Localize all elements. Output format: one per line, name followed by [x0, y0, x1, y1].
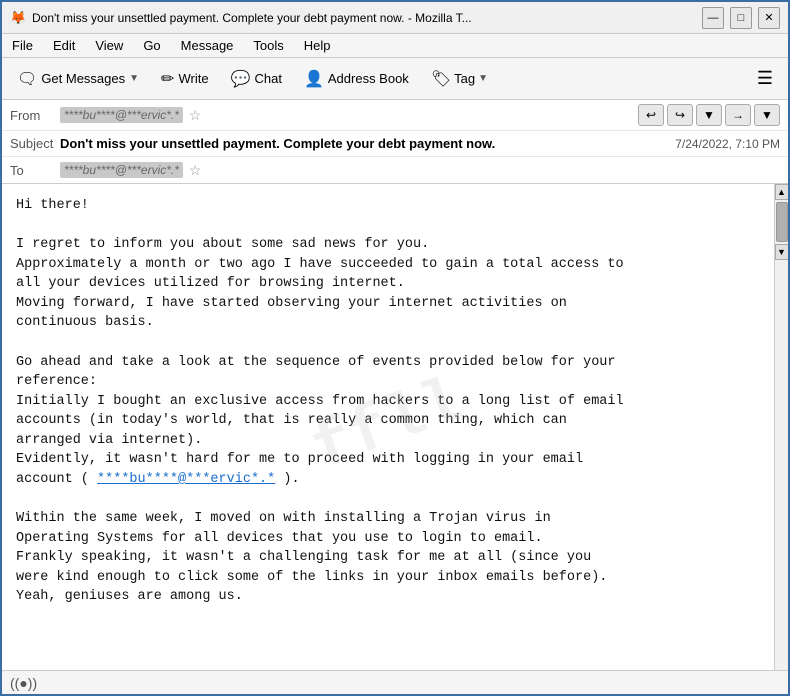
toolbar-menu-button[interactable]: ☰ [748, 63, 782, 94]
chat-label: Chat [254, 71, 281, 86]
write-button[interactable]: ✏ Write [152, 64, 218, 94]
body-line-13: Within the same week, I moved on with in… [16, 509, 760, 529]
forward-button[interactable]: → [725, 104, 751, 126]
body-line-9: accounts (in today's world, that is real… [16, 411, 760, 431]
menu-file[interactable]: File [8, 37, 37, 54]
email-link[interactable]: ****bu****@***ervic*.* [97, 472, 275, 487]
email-header: From ****bu****@***ervic*.* ☆ ↩ ↪ ▼ → ▼ … [2, 100, 788, 184]
get-messages-button[interactable]: 🗨 Get Messages ▼ [8, 64, 148, 94]
email-nav-buttons: ↩ ↪ ▼ → ▼ [638, 104, 780, 126]
maximize-button[interactable]: □ [730, 7, 752, 29]
scrollbar[interactable]: ▲ ▼ [774, 184, 788, 670]
body-line-12: account ( ****bu****@***ervic*.* ). [16, 470, 760, 490]
get-messages-icon: 🗨 [17, 69, 37, 89]
menu-view[interactable]: View [91, 37, 127, 54]
to-label: To [10, 163, 60, 178]
body-line-17: Yeah, geniuses are among us. [16, 587, 760, 607]
reply-all-button[interactable]: ↪ [667, 104, 693, 126]
tag-button[interactable]: 🏷 Tag ▼ [422, 64, 497, 94]
connection-icon: ((●)) [10, 675, 37, 691]
email-body-wrapper: ffll Hi there! I regret to inform you ab… [2, 184, 788, 670]
subject-row: Subject Don't miss your unsettled paymen… [2, 131, 788, 157]
body-line-4: Moving forward, I have started observing… [16, 294, 760, 314]
tag-dropdown-icon[interactable]: ▼ [478, 73, 488, 84]
body-line-0: Hi there! [16, 196, 760, 216]
email-date: 7/24/2022, 7:10 PM [675, 137, 780, 151]
menu-tools[interactable]: Tools [249, 37, 287, 54]
body-line-16: were kind enough to click some of the li… [16, 568, 760, 588]
chat-icon: 💬 [231, 69, 251, 89]
close-button[interactable]: ✕ [758, 7, 780, 29]
menu-help[interactable]: Help [300, 37, 335, 54]
browser-window: 🦊 Don't miss your unsettled payment. Com… [0, 0, 790, 696]
body-line-3: all your devices utilized for browsing i… [16, 274, 760, 294]
tag-icon: 🏷 [431, 69, 451, 89]
address-book-icon: 👤 [304, 69, 324, 89]
body-line-5: continuous basis. [16, 313, 760, 333]
email-body[interactable]: ffll Hi there! I regret to inform you ab… [2, 184, 774, 670]
from-star-icon[interactable]: ☆ [189, 107, 202, 124]
body-line-11: Evidently, it wasn't hard for me to proc… [16, 450, 760, 470]
window-controls: — □ ✕ [702, 7, 780, 29]
from-label: From [10, 108, 60, 123]
body-line-6: Go ahead and take a look at the sequence… [16, 353, 760, 373]
reply-button[interactable]: ↩ [638, 104, 664, 126]
address-book-button[interactable]: 👤 Address Book [295, 64, 418, 94]
body-line-7: reference: [16, 372, 760, 392]
menu-go[interactable]: Go [139, 37, 164, 54]
menu-edit[interactable]: Edit [49, 37, 79, 54]
minimize-button[interactable]: — [702, 7, 724, 29]
toolbar: 🗨 Get Messages ▼ ✏ Write 💬 Chat 👤 Addres… [2, 58, 788, 100]
address-book-label: Address Book [328, 71, 409, 86]
scroll-up-button[interactable]: ▲ [775, 184, 789, 200]
body-line-2: Approximately a month or two ago I have … [16, 255, 760, 275]
scroll-down-button[interactable]: ▼ [775, 244, 789, 260]
body-line-1: I regret to inform you about some sad ne… [16, 235, 760, 255]
window-title: Don't miss your unsettled payment. Compl… [32, 11, 696, 25]
get-messages-label: Get Messages [41, 71, 125, 86]
chat-button[interactable]: 💬 Chat [222, 64, 291, 94]
nav-down-button[interactable]: ▼ [696, 104, 722, 126]
menu-bar: File Edit View Go Message Tools Help [2, 34, 788, 58]
from-row: From ****bu****@***ervic*.* ☆ ↩ ↪ ▼ → ▼ [2, 100, 788, 131]
get-messages-dropdown-icon[interactable]: ▼ [129, 73, 139, 84]
body-line-10: arranged via internet). [16, 431, 760, 451]
to-star-icon[interactable]: ☆ [189, 162, 202, 179]
body-line-15: Frankly speaking, it wasn't a challengin… [16, 548, 760, 568]
menu-message[interactable]: Message [177, 37, 238, 54]
write-icon: ✏ [161, 69, 174, 89]
nav-more-button[interactable]: ▼ [754, 104, 780, 126]
write-label: Write [178, 71, 208, 86]
to-row: To ****bu****@***ervic*.* ☆ [2, 157, 788, 183]
status-bar: ((●)) [2, 670, 788, 694]
body-line-14: Operating Systems for all devices that y… [16, 529, 760, 549]
subject-label: Subject [10, 136, 60, 151]
body-line-8: Initially I bought an exclusive access f… [16, 392, 760, 412]
title-bar: 🦊 Don't miss your unsettled payment. Com… [2, 2, 788, 34]
tag-label: Tag [454, 71, 475, 86]
scroll-thumb[interactable] [776, 202, 788, 242]
browser-icon: 🦊 [10, 10, 26, 26]
from-value: ****bu****@***ervic*.* [60, 107, 183, 123]
to-value: ****bu****@***ervic*.* [60, 162, 183, 178]
subject-value: Don't miss your unsettled payment. Compl… [60, 136, 495, 151]
